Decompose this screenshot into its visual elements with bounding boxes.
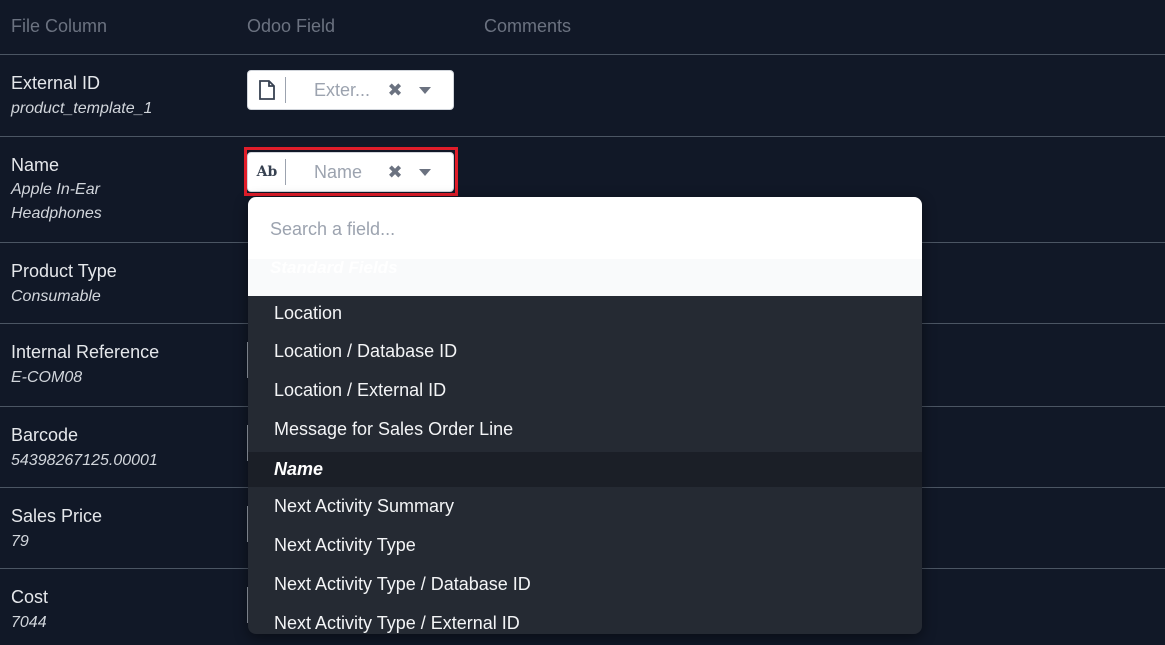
file-column-sample: 79	[11, 533, 29, 550]
option-label: Name	[274, 459, 324, 479]
dropdown-group-header: Standard Fields	[248, 259, 922, 296]
mapping-header: File Column Odoo Field Comments	[0, 0, 1165, 55]
text-type-icon-glyph: Ab	[256, 164, 278, 180]
close-icon[interactable]: ✖	[386, 161, 404, 183]
dropdown-option-next-activity-type[interactable]: Next Activity Type	[248, 527, 922, 564]
file-column-label: Product Type	[11, 261, 117, 281]
close-icon[interactable]: ✖	[386, 79, 404, 101]
dropdown-option-next-activity-type-database-id[interactable]: Next Activity Type / Database ID	[248, 566, 922, 603]
option-label: Location	[274, 303, 343, 323]
dropdown-option-location[interactable]: Location	[248, 295, 922, 332]
chevron-down-icon[interactable]	[419, 87, 431, 94]
file-column-label: Internal Reference	[11, 342, 160, 362]
selected-field-value: Name	[314, 162, 363, 182]
import-mapping-page: File Column Odoo Field Comments External…	[0, 0, 1165, 645]
search-field-input[interactable]	[268, 213, 892, 245]
dropdown-option-next-activity-summary[interactable]: Next Activity Summary	[248, 488, 922, 525]
option-label: Next Activity Type / Database ID	[274, 574, 531, 594]
file-column-sample: 7044	[11, 614, 47, 631]
header-file-column: File Column	[11, 16, 108, 36]
option-label: Location / External ID	[274, 380, 447, 400]
option-label: Next Activity Type / External ID	[274, 613, 520, 633]
option-label: Next Activity Summary	[274, 496, 455, 516]
dropdown-search	[248, 197, 922, 259]
dropdown-option-location-database-id[interactable]: Location / Database ID	[248, 333, 922, 370]
text-type-icon: Ab	[256, 161, 278, 183]
file-column-sample: Consumable	[11, 288, 101, 305]
header-odoo-field: Odoo Field	[247, 16, 336, 36]
field-dropdown: Standard Fields Location Location / Data…	[248, 197, 922, 634]
file-column-label: Cost	[11, 587, 49, 607]
file-column-label: Sales Price	[11, 506, 103, 526]
file-column-sample: Apple In-Ear Headphones	[11, 181, 102, 222]
mapping-row-external-id: External ID product_template_1 Exter... …	[0, 55, 1165, 137]
group-label: Standard Fields	[270, 259, 398, 277]
file-column-sample: E-COM08	[11, 369, 83, 386]
chevron-down-icon[interactable]	[419, 169, 431, 176]
header-comments: Comments	[484, 16, 572, 36]
dropdown-option-message-sales-order-line[interactable]: Message for Sales Order Line	[248, 411, 922, 448]
option-label: Location / Database ID	[274, 341, 458, 361]
dropdown-option-location-external-id[interactable]: Location / External ID	[248, 372, 922, 409]
select-separator	[285, 159, 286, 185]
dropdown-option-next-activity-type-external-id[interactable]: Next Activity Type / External ID	[248, 605, 922, 634]
document-icon	[256, 79, 278, 101]
option-label: Next Activity Type	[274, 535, 416, 555]
select-separator	[285, 77, 286, 103]
file-column-label: Name	[11, 155, 60, 175]
file-column-label: Barcode	[11, 425, 79, 445]
option-label: Message for Sales Order Line	[274, 419, 514, 439]
odoo-field-select-name[interactable]: Ab Name ✖	[247, 152, 454, 192]
file-column-label: External ID	[11, 73, 101, 93]
odoo-field-select-external-id[interactable]: Exter... ✖	[247, 70, 454, 110]
file-column-sample: 54398267125.00001	[11, 452, 158, 469]
selected-field-value: Exter...	[314, 80, 371, 100]
file-column-sample: product_template_1	[11, 100, 153, 117]
dropdown-option-name-selected[interactable]: Name	[248, 452, 922, 487]
